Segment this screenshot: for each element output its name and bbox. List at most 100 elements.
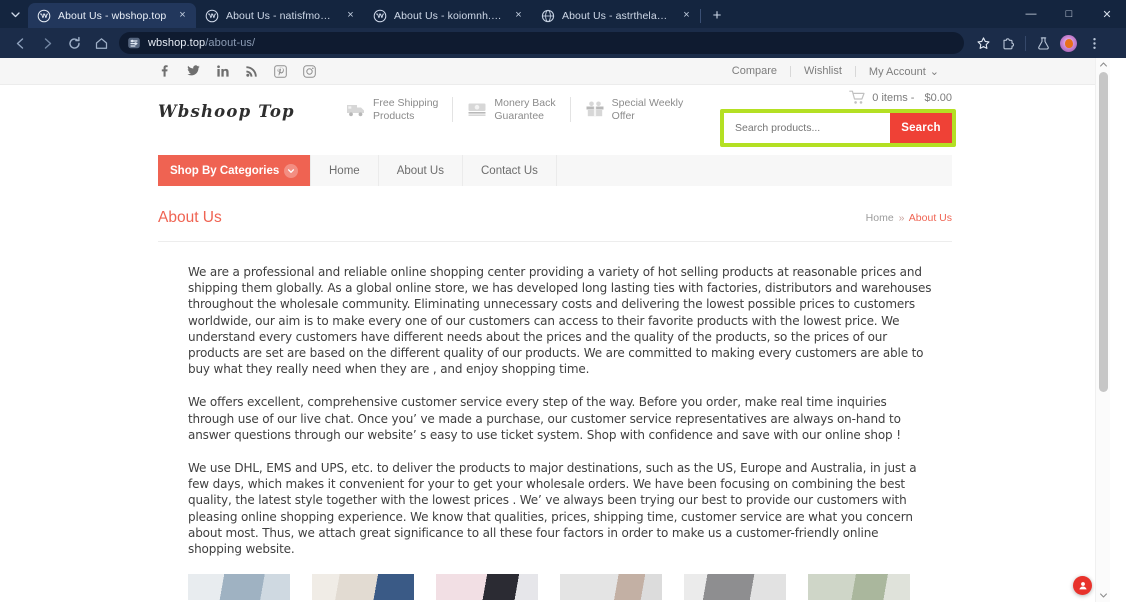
pinterest-icon[interactable] — [274, 64, 287, 78]
breadcrumb-home[interactable]: Home — [866, 212, 894, 224]
close-icon[interactable]: × — [175, 8, 190, 23]
product-thumb-2[interactable] — [312, 574, 414, 601]
product-thumb-1[interactable] — [188, 574, 290, 601]
chrome-menu-icon[interactable] — [1082, 30, 1106, 56]
nav-item-contact-us[interactable]: Contact Us — [463, 155, 557, 186]
cart-items-count: 0 items - — [872, 91, 915, 104]
browser-tab[interactable]: About Us - wbshop.top × — [28, 3, 196, 28]
shop-by-categories-button[interactable]: Shop By Categories — [158, 155, 310, 186]
nav-item-about-us[interactable]: About Us — [379, 155, 463, 186]
breadcrumb-separator: » — [898, 211, 905, 224]
wordpress-icon — [37, 9, 51, 23]
about-paragraph-1: We are a professional and reliable onlin… — [188, 265, 932, 377]
gift-offer-icon — [585, 100, 605, 119]
tab-title: About Us - astrthelab.shop — [562, 9, 672, 22]
home-icon[interactable] — [88, 30, 114, 56]
new-tab-button[interactable]: + — [705, 3, 729, 27]
reload-icon[interactable] — [61, 30, 87, 56]
browser-tab[interactable]: About Us - natisfmoneop.top × — [196, 3, 364, 28]
page-settings-icon[interactable] — [127, 36, 141, 50]
browser-toolbar: wbshop.top/about-us/ — [0, 28, 1126, 58]
social-links — [158, 64, 316, 78]
feature-badges: Free Shipping Products Monery Back Guarant… — [346, 97, 697, 122]
tab-title: About Us - koiomnh.top — [394, 9, 504, 22]
wordpress-icon — [205, 9, 219, 23]
url-text: wbshop.top/about-us/ — [148, 37, 256, 49]
product-thumb-4[interactable] — [560, 574, 662, 601]
close-icon[interactable]: × — [511, 8, 526, 23]
product-thumbnail-strip — [158, 574, 952, 601]
about-paragraph-2: We offers excellent, comprehensive custo… — [188, 395, 901, 442]
window-controls: — □ ✕ — [1012, 0, 1126, 28]
chevron-down-icon: ⌄ — [929, 65, 939, 78]
browser-tab[interactable]: About Us - astrthelab.shop × — [532, 3, 700, 28]
globe-icon — [541, 9, 555, 23]
shopping-cart-icon — [849, 90, 866, 105]
feature-label: Free Shipping Products — [373, 97, 439, 122]
close-icon[interactable]: × — [679, 8, 694, 23]
page-title: About Us — [158, 208, 222, 226]
page-title-row: About Us Home » About Us — [158, 194, 952, 242]
bookmark-star-icon[interactable] — [971, 30, 995, 56]
feature-label: Monery Back Guarantee — [494, 97, 556, 122]
page-scrollbar[interactable] — [1095, 58, 1110, 602]
wishlist-link[interactable]: Wishlist — [791, 65, 855, 77]
page-viewport: Compare Wishlist My Account ⌄ Wbshoop Top — [0, 58, 1126, 602]
instagram-icon[interactable] — [303, 64, 316, 78]
minimize-button[interactable]: — — [1012, 0, 1050, 28]
search-button[interactable]: Search — [890, 113, 952, 143]
feature-weekly-offer: Special Weekly Offer — [569, 97, 698, 122]
close-icon[interactable]: × — [343, 8, 358, 23]
feature-label: Special Weekly Offer — [611, 97, 684, 122]
utility-links: Compare Wishlist My Account ⌄ — [719, 65, 952, 78]
feature-free-shipping: Free Shipping Products — [346, 97, 452, 122]
scroll-up-arrow[interactable] — [1096, 58, 1110, 71]
cart-summary[interactable]: 0 items - $0.00 — [849, 90, 952, 105]
nav-item-home[interactable]: Home — [310, 155, 379, 186]
scrollbar-thumb[interactable] — [1099, 72, 1108, 392]
download-person-badge[interactable] — [1073, 576, 1092, 595]
product-thumb-3[interactable] — [436, 574, 538, 601]
maximize-button[interactable]: □ — [1050, 0, 1088, 28]
twitter-icon[interactable] — [187, 64, 200, 78]
browser-window: About Us - wbshop.top × About Us - natis… — [0, 0, 1126, 602]
chevron-down-icon — [284, 163, 298, 178]
extensions-puzzle-icon[interactable] — [996, 30, 1020, 56]
search-input[interactable] — [724, 113, 890, 143]
profile-avatar[interactable] — [1060, 34, 1077, 52]
labs-flask-icon[interactable] — [1031, 30, 1055, 56]
breadcrumb: Home » About Us — [866, 212, 952, 224]
facebook-icon[interactable] — [158, 64, 171, 78]
breadcrumb-current: About Us — [908, 211, 952, 224]
site-logo[interactable]: Wbshoop Top — [158, 102, 295, 121]
nav-links: Home About Us Contact Us — [310, 155, 557, 186]
site-header: Wbshoop Top Free Shipping Products Moner… — [0, 85, 1110, 155]
browser-tab[interactable]: About Us - koiomnh.top × — [364, 3, 532, 28]
search-highlight-box: Search — [720, 109, 956, 147]
top-utility-bar: Compare Wishlist My Account ⌄ — [0, 58, 1110, 85]
product-thumb-5[interactable] — [684, 574, 786, 601]
compare-link[interactable]: Compare — [719, 65, 790, 77]
main-navigation: Shop By Categories Home About Us Contact… — [0, 155, 1110, 186]
address-bar[interactable]: wbshop.top/about-us/ — [119, 32, 964, 54]
tab-title: About Us - natisfmoneop.top — [226, 9, 336, 22]
tab-title: About Us - wbshop.top — [58, 9, 167, 22]
scroll-down-arrow[interactable] — [1096, 589, 1110, 602]
categories-label: Shop By Categories — [170, 164, 280, 177]
website-page: Compare Wishlist My Account ⌄ Wbshoop Top — [0, 58, 1110, 602]
close-window-button[interactable]: ✕ — [1088, 0, 1126, 28]
delivery-truck-icon — [346, 100, 366, 119]
tab-search-chevron-icon[interactable] — [4, 3, 26, 25]
linkedin-icon[interactable] — [216, 64, 229, 78]
rss-icon[interactable] — [245, 64, 258, 78]
about-paragraph-3: We use DHL, EMS and UPS, etc. to deliver… — [188, 461, 917, 557]
cart-total: $0.00 — [924, 91, 952, 104]
forward-icon[interactable] — [34, 30, 60, 56]
product-thumb-6[interactable] — [808, 574, 910, 601]
tab-strip: About Us - wbshop.top × About Us - natis… — [0, 0, 1126, 28]
feature-money-back: Monery Back Guarantee — [452, 97, 569, 122]
my-account-link[interactable]: My Account ⌄ — [856, 65, 952, 78]
wordpress-icon — [373, 9, 387, 23]
back-icon[interactable] — [7, 30, 33, 56]
toolbar-divider — [1025, 35, 1026, 51]
